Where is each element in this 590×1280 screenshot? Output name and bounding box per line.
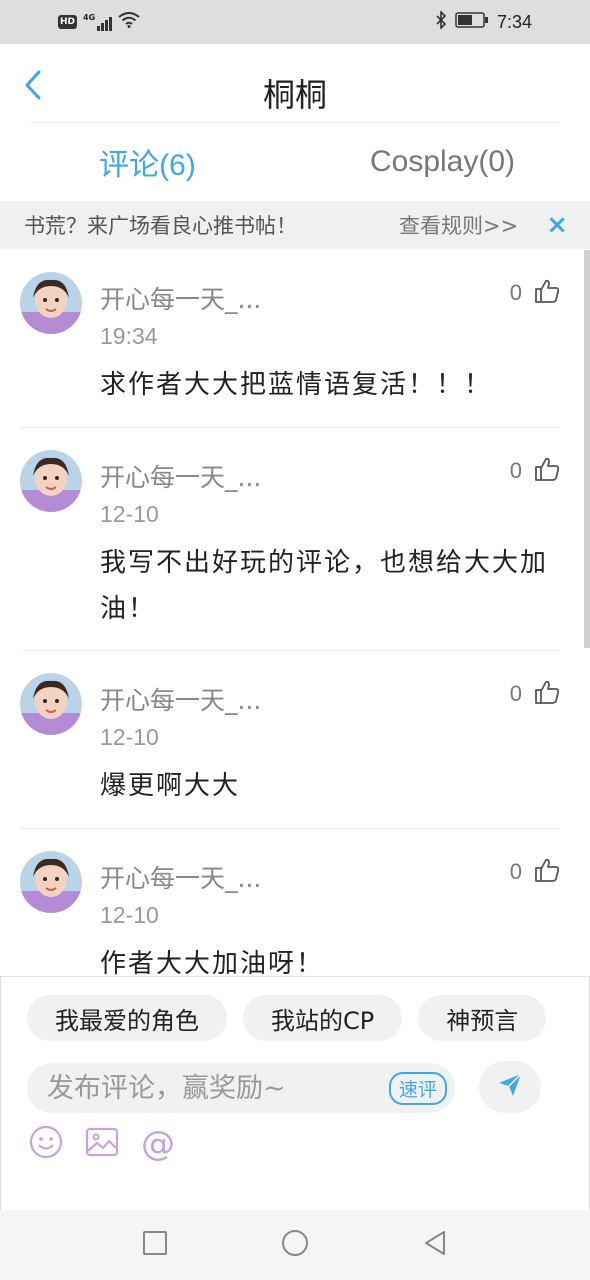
comment-item: 开心每一天_... 19:34 0 求作者大大把蓝情语复活！！！: [20, 250, 560, 428]
like-count: 0: [509, 458, 522, 483]
thumbs-up-icon: [534, 456, 560, 486]
like-count: 0: [509, 681, 522, 706]
comment-item: 开心每一天_... 12-10 0 我写不出好玩的评论，也想给大大加油！: [20, 428, 560, 651]
comment-text: 我写不出好玩的评论，也想给大大加油！: [100, 548, 549, 624]
circle-icon: [281, 1229, 309, 1261]
comment-text: 求作者大大把蓝情语复活！！！: [100, 370, 493, 400]
status-right: 7:34: [435, 10, 532, 33]
close-icon[interactable]: ×: [546, 212, 568, 238]
comment-username[interactable]: 开心每一天_...: [100, 681, 261, 717]
comment-list[interactable]: 开心每一天_... 19:34 0 求作者大大把蓝情语复活！！！ 开心每一天_.…: [0, 250, 590, 976]
comment-composer: 我最爱的角色 我站的CP 神预言 速评 @: [0, 976, 590, 1210]
page-title: 桐桐: [262, 76, 327, 114]
like-button[interactable]: 0: [510, 278, 560, 308]
network-type: 4G: [83, 13, 96, 22]
avatar[interactable]: [20, 450, 82, 512]
comment-time: 19:34: [100, 323, 158, 349]
scrollbar[interactable]: [584, 250, 590, 648]
comment-time: 12-10: [100, 902, 159, 928]
triangle-back-icon: [422, 1229, 448, 1261]
signal-icon: 4G: [83, 13, 113, 31]
thumbs-up-icon: [534, 857, 560, 887]
emoji-icon: [29, 1125, 63, 1163]
bluetooth-icon: [435, 10, 447, 33]
notice-text: 书荒？来广场看良心推书帖！: [24, 214, 297, 238]
comment-username[interactable]: 开心每一天_...: [100, 859, 261, 895]
back-nav-button[interactable]: [415, 1225, 455, 1265]
like-button[interactable]: 0: [510, 679, 560, 709]
comment-item: 开心每一天_... 12-10 0 爆更啊大大: [20, 651, 560, 829]
notice-banner: 书荒？来广场看良心推书帖！ 查看规则>> ×: [0, 201, 590, 249]
header: 桐桐: [0, 44, 590, 124]
send-icon: [496, 1071, 524, 1103]
chip-my-cp[interactable]: 我站的CP: [243, 995, 403, 1041]
square-icon: [142, 1230, 168, 1260]
header-divider: [30, 122, 560, 123]
chip-favorite-character[interactable]: 我最爱的角色: [27, 995, 227, 1041]
tab-bar: 评论(6) Cosplay(0): [0, 124, 590, 200]
like-button[interactable]: 0: [510, 857, 560, 887]
image-icon: [85, 1125, 119, 1163]
composer-tools: @: [29, 1125, 175, 1163]
home-button[interactable]: [275, 1225, 315, 1265]
chip-prophecy[interactable]: 神预言: [418, 995, 547, 1041]
send-button[interactable]: [479, 1061, 541, 1113]
comment-text: 作者大大加油呀！: [100, 949, 325, 976]
like-count: 0: [509, 859, 522, 884]
tab-comments[interactable]: 评论(6): [0, 124, 295, 200]
view-rules-link[interactable]: 查看规则>>: [399, 210, 518, 240]
wifi-icon: [118, 12, 140, 32]
emoji-button[interactable]: [29, 1125, 63, 1163]
comment-time: 12-10: [100, 501, 159, 527]
comment-username[interactable]: 开心每一天_...: [100, 458, 261, 494]
image-button[interactable]: [85, 1127, 119, 1161]
comment-item: 开心每一天_... 12-10 0 作者大大加油呀！: [20, 829, 560, 976]
system-navigation-bar: [0, 1210, 590, 1280]
thumbs-up-icon: [534, 278, 560, 308]
comment-time: 12-10: [100, 724, 159, 750]
comment-input[interactable]: [47, 1072, 389, 1104]
hd-badge: HD: [58, 15, 78, 29]
comment-input-wrap: 速评: [27, 1063, 455, 1113]
thumbs-up-icon: [534, 679, 560, 709]
clock: 7:34: [496, 11, 532, 32]
tab-cosplay[interactable]: Cosplay(0): [295, 124, 590, 200]
avatar[interactable]: [20, 272, 82, 334]
mention-button[interactable]: @: [141, 1127, 175, 1161]
recent-apps-button[interactable]: [135, 1225, 175, 1265]
comment-text: 爆更啊大大: [100, 771, 241, 801]
at-icon: @: [141, 1124, 175, 1164]
topic-chips: 我最爱的角色 我站的CP 神预言: [27, 995, 547, 1041]
quick-comment-button[interactable]: 速评: [389, 1071, 448, 1105]
comment-username[interactable]: 开心每一天_...: [100, 280, 261, 316]
avatar[interactable]: [20, 673, 82, 735]
battery-icon: [455, 12, 489, 32]
status-bar: HD 4G 7:34: [0, 0, 590, 44]
like-count: 0: [509, 280, 522, 305]
status-left: HD 4G: [58, 12, 140, 32]
like-button[interactable]: 0: [510, 456, 560, 486]
avatar[interactable]: [20, 851, 82, 913]
